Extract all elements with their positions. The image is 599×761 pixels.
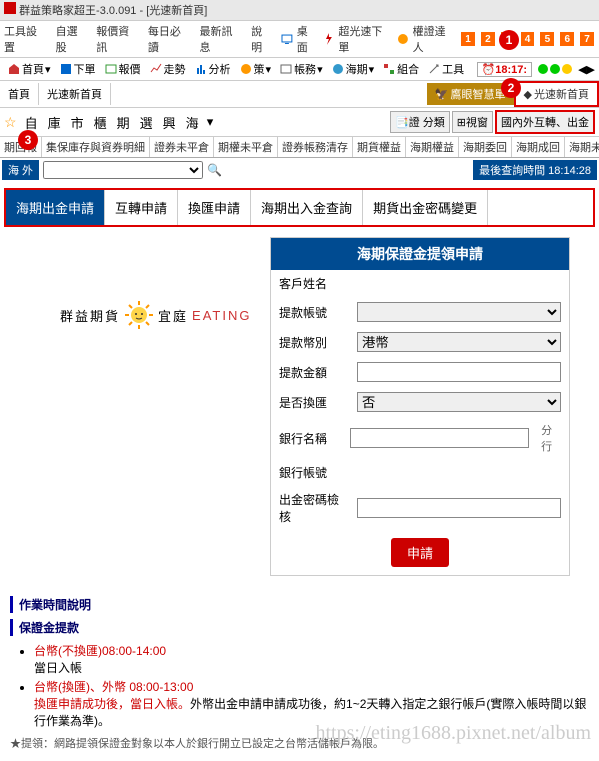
menu-news[interactable]: 最新訊息 — [199, 23, 243, 55]
tab-home[interactable]: 首頁 — [0, 83, 39, 105]
status-dot-yellow — [562, 64, 572, 74]
tb-analysis[interactable]: 分析 — [191, 60, 234, 78]
inp-amt[interactable] — [357, 362, 561, 382]
tb-trend[interactable]: 走勢 — [146, 60, 189, 78]
notes-h2: 保證金提款 — [10, 619, 589, 636]
lbl-amt: 提款金額 — [279, 364, 349, 381]
mtab-pwd-change[interactable]: 期貨出金密碼變更 — [363, 190, 488, 225]
menu-quotes[interactable]: 報價資訊 — [96, 23, 140, 55]
st-inventory[interactable]: 集保庫存與資券明細 — [42, 137, 150, 157]
lbl-acct: 提款帳號 — [279, 304, 349, 321]
st-secopen[interactable]: 證券未平倉 — [150, 137, 214, 157]
status-dots — [538, 64, 572, 74]
num-6[interactable]: 6 — [560, 32, 574, 46]
seg-fut[interactable]: 期 — [115, 111, 132, 134]
desktop-icon[interactable] — [281, 33, 293, 45]
st-futequity[interactable]: 期貨權益 — [353, 137, 406, 157]
lbl-curr: 提款幣別 — [279, 334, 349, 351]
mtab-transfer-apply[interactable]: 互轉申請 — [105, 190, 178, 225]
tb-quote[interactable]: 報價 — [101, 60, 144, 78]
lightning-icon[interactable] — [323, 33, 335, 45]
note-item-1: 台幣(不換匯)08:00-14:00當日入帳 — [34, 642, 589, 676]
st-seafill[interactable]: 海期成回 — [512, 137, 565, 157]
lbl-ex: 是否換匯 — [279, 394, 349, 411]
seg-otc[interactable]: 櫃 — [92, 111, 109, 134]
btn-window[interactable]: ⊞視窗 — [452, 111, 493, 133]
st-seaorder[interactable]: 海期委回 — [459, 137, 512, 157]
btn-category[interactable]: 📑證 分類 — [390, 111, 450, 133]
tb-account[interactable]: 帳務▾ — [276, 60, 326, 78]
tb-home[interactable]: 首頁▾ — [4, 60, 54, 78]
sel-curr[interactable]: 港幣 — [357, 332, 561, 352]
st-futopen[interactable]: 期權未平倉 — [214, 137, 278, 157]
notes-h1: 作業時間說明 — [10, 596, 589, 613]
annotation-badge-3: 3 — [18, 130, 38, 150]
tb-seafut[interactable]: 海期▾ — [328, 60, 378, 78]
clock-display: ⏰18:17: — [477, 62, 533, 77]
st-secacc[interactable]: 證券帳務清存 — [278, 137, 353, 157]
form-title: 海期保證金提領申請 — [271, 238, 569, 270]
search-label: 海 外 — [2, 160, 39, 180]
mtab-query[interactable]: 海期出入金查詢 — [251, 190, 363, 225]
lbl-pwd: 出金密碼檢核 — [279, 491, 349, 525]
warrant-icon[interactable] — [397, 33, 409, 45]
tab-newhome-button[interactable]: ◆光速新首頁 — [514, 81, 599, 107]
num-2[interactable]: 2 — [481, 32, 495, 46]
seg-emerging[interactable]: 興 — [161, 111, 178, 134]
tab-newhome[interactable]: 光速新首頁 — [39, 83, 111, 105]
watermark-url: https://eting1688.pixnet.net/album — [315, 722, 591, 745]
withdrawal-form: 海期保證金提領申請 客戶姓名 提款帳號 提款幣別港幣 提款金額 是否換匯否 銀行… — [270, 237, 570, 576]
sel-ex[interactable]: 否 — [357, 392, 561, 412]
sel-acct[interactable] — [357, 302, 561, 322]
sub-tabs-row: 期回報 集保庫存與資券明細 證券未平倉 期權未平倉 證券帳務清存 期貨權益 海期… — [0, 137, 599, 158]
lbl-bankno: 銀行帳號 — [279, 464, 349, 481]
menu-help[interactable]: 說明 — [251, 23, 273, 55]
inp-bank[interactable] — [350, 428, 529, 448]
st-seaequity[interactable]: 海期權益 — [406, 137, 459, 157]
inp-pwd[interactable] — [357, 498, 561, 518]
window-title: 群益策略家超王-3.0.091 - [光速新首頁] — [19, 5, 207, 17]
star-icon[interactable]: ☆ — [4, 114, 17, 131]
status-dot-green2 — [550, 64, 560, 74]
menu-watchlist[interactable]: 自選股 — [56, 23, 89, 55]
lbl-name: 客戶姓名 — [279, 275, 349, 292]
main-action-tabs: 海期出金申請 互轉申請 換匯申請 海期出入金查詢 期貨出金密碼變更 — [4, 188, 595, 227]
tb-strategy[interactable]: 策▾ — [236, 60, 275, 78]
seg-sea[interactable]: 海 — [184, 111, 201, 134]
seg-opt[interactable]: 選 — [138, 111, 155, 134]
lbl-branch: 分行 — [541, 422, 561, 454]
tb-order[interactable]: 下單 — [56, 60, 99, 78]
num-5[interactable]: 5 — [540, 32, 554, 46]
tb-combo[interactable]: 組合 — [379, 60, 422, 78]
lbl-bank: 銀行名稱 — [279, 430, 342, 447]
search-icon[interactable]: 🔍 — [207, 163, 222, 177]
last-query-time: 最後查詢時間 18:14:28 — [473, 160, 597, 180]
mtab-withdraw-apply[interactable]: 海期出金申請 — [6, 190, 105, 225]
num-7[interactable]: 7 — [580, 32, 594, 46]
sun-icon — [124, 300, 154, 330]
seg-stock[interactable]: 庫 — [46, 111, 63, 134]
num-1[interactable]: 1 — [461, 32, 475, 46]
seg-market[interactable]: 市 — [69, 111, 86, 134]
st-seaopen[interactable]: 海期未平倉 — [565, 137, 599, 157]
btn-submit[interactable]: 申請 — [391, 538, 449, 567]
brand-logo: 群益期貨 宜庭 EATING — [60, 300, 251, 330]
annotation-badge-2: 2 — [501, 78, 521, 98]
annotation-badge-1: 1 — [499, 30, 519, 50]
menu-desktop[interactable]: 桌面 — [297, 23, 319, 55]
window-titlebar: 群益策略家超王-3.0.091 - [光速新首頁] — [0, 0, 599, 21]
num-4[interactable]: 4 — [521, 32, 535, 46]
tb-tools[interactable]: 工具 — [424, 60, 467, 78]
menu-fastorder[interactable]: 超光速下單 — [338, 23, 392, 55]
menu-warrant[interactable]: 權證達人 — [413, 23, 457, 55]
nav-arrows[interactable]: ◀▶ — [578, 63, 595, 76]
sub-toolbar: ☆ 自 庫 市 櫃 期 選 興 海▾ 📑證 分類 ⊞視窗 國內外互轉、出金 — [0, 108, 599, 137]
mtab-exchange-apply[interactable]: 換匯申請 — [178, 190, 251, 225]
menu-daily[interactable]: 每日必讀 — [148, 23, 192, 55]
btn-transfer-withdraw[interactable]: 國內外互轉、出金 — [495, 110, 595, 134]
status-dot-green — [538, 64, 548, 74]
account-select[interactable] — [43, 161, 203, 179]
search-row: 海 外 🔍 最後查詢時間 18:14:28 — [0, 158, 599, 182]
menu-tools[interactable]: 工具設置 — [4, 23, 48, 55]
